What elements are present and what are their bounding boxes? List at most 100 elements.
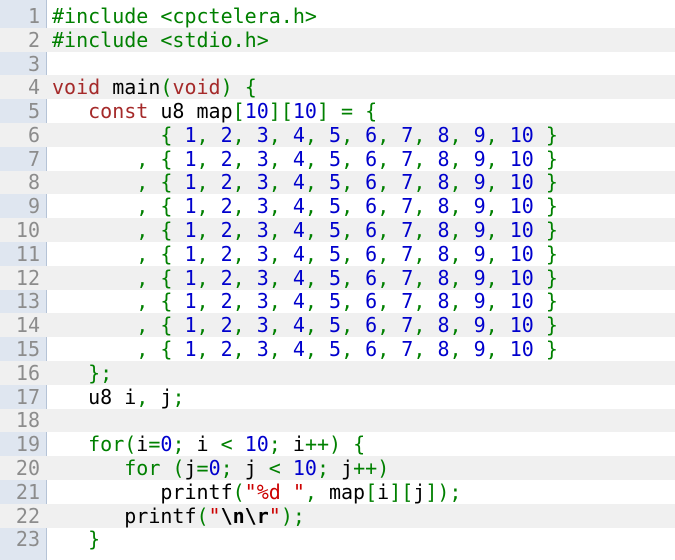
line-number: 22: [15, 503, 40, 528]
code-token: (: [160, 456, 185, 481]
line-number: 1: [27, 3, 40, 28]
code-line[interactable]: 18: [0, 408, 675, 432]
code-token: 10: [509, 313, 534, 338]
code-token: ,: [304, 146, 330, 171]
code-token: i: [184, 432, 221, 457]
code-token: 6: [365, 337, 378, 362]
code-token: 3: [256, 146, 269, 171]
code-token: 9: [473, 170, 486, 195]
code-token: ,: [232, 337, 257, 362]
code-token: 8: [437, 146, 450, 171]
code-token: {: [52, 122, 185, 147]
code-line[interactable]: 9 , { 1, 2, 3, 4, 5, 6, 7, 8, 9, 10 }: [0, 194, 675, 218]
code-token: 9: [473, 313, 486, 338]
line-number: 11: [15, 241, 40, 266]
code-token: }: [533, 337, 558, 362]
code-token: i: [136, 432, 149, 457]
code-token: 2: [220, 337, 233, 362]
code-token: "%d ": [244, 479, 305, 504]
code-token: 4: [292, 170, 305, 195]
line-number: 21: [15, 479, 40, 504]
code-token: , {: [52, 194, 185, 219]
code-token: ,: [341, 122, 366, 147]
code-token: ,: [268, 337, 293, 362]
code-line[interactable]: 7 , { 1, 2, 3, 4, 5, 6, 7, 8, 9, 10 }: [0, 147, 675, 171]
line-number: 16: [15, 360, 40, 385]
code-token: =: [196, 456, 209, 481]
code-token: 4: [292, 289, 305, 314]
code-line[interactable]: 23 }: [0, 527, 675, 551]
code-line[interactable]: 8 , { 1, 2, 3, 4, 5, 6, 7, 8, 9, 10 }: [0, 170, 675, 195]
code-token: ,: [449, 289, 474, 314]
code-token: 9: [473, 122, 486, 147]
code-line[interactable]: 12 , { 1, 2, 3, 4, 5, 6, 7, 8, 9, 10 }: [0, 266, 675, 290]
code-line[interactable]: 2 #include <stdio.h>: [0, 28, 675, 52]
code-token: ,: [449, 241, 474, 266]
line-number: 4: [27, 75, 40, 100]
code-line[interactable]: 16 };: [0, 361, 675, 385]
code-line[interactable]: 11 , { 1, 2, 3, 4, 5, 6, 7, 8, 9, 10 }: [0, 242, 675, 266]
code-token: 7: [401, 265, 414, 290]
code-token: 4: [292, 146, 305, 171]
code-token: 5: [329, 218, 342, 243]
code-line[interactable]: 10 , { 1, 2, 3, 4, 5, 6, 7, 8, 9, 10 }: [0, 218, 675, 242]
code-line[interactable]: 6 { 1, 2, 3, 4, 5, 6, 7, 8, 9, 10 }: [0, 123, 675, 147]
line-text: , { 1, 2, 3, 4, 5, 6, 7, 8, 9, 10 }: [45, 289, 558, 313]
code-token: const: [88, 99, 149, 124]
code-line[interactable]: 1 #include <cpctelera.h>: [0, 4, 675, 28]
code-token: j: [413, 479, 426, 504]
code-line[interactable]: 22 printf("\n\r");: [0, 504, 675, 528]
code-token: ,: [196, 146, 221, 171]
code-token: ,: [449, 218, 474, 243]
code-token: ]: [316, 99, 330, 124]
code-token: ,: [304, 313, 330, 338]
code-token: ,: [232, 146, 257, 171]
code-token: 1: [184, 337, 197, 362]
code-line[interactable]: 21 printf("%d ", map[i][j]);: [0, 480, 675, 504]
code-line[interactable]: 3: [0, 52, 675, 76]
code-token: [: [365, 479, 378, 504]
code-token: ,: [449, 146, 474, 171]
code-token: printf: [52, 503, 197, 528]
code-token: 8: [437, 289, 450, 314]
line-number: 12: [15, 265, 40, 290]
code-token: 6: [365, 218, 378, 243]
code-token: map: [316, 479, 366, 504]
line-number: 8: [27, 170, 40, 195]
code-token: j: [329, 456, 354, 481]
code-line[interactable]: 13 , { 1, 2, 3, 4, 5, 6, 7, 8, 9, 10 }: [0, 289, 675, 313]
code-token: }: [533, 289, 558, 314]
code-line[interactable]: 15 , { 1, 2, 3, 4, 5, 6, 7, 8, 9, 10 }: [0, 337, 675, 361]
code-token: 4: [292, 241, 305, 266]
code-token: j: [148, 384, 173, 409]
code-token: ,: [413, 122, 438, 147]
code-token: 9: [473, 337, 486, 362]
code-token: ,: [341, 313, 366, 338]
code-token: }: [533, 170, 558, 195]
code-token: ,: [268, 170, 293, 195]
code-line[interactable]: 14 , { 1, 2, 3, 4, 5, 6, 7, 8, 9, 10 }: [0, 313, 675, 337]
line-text: , { 1, 2, 3, 4, 5, 6, 7, 8, 9, 10 }: [45, 194, 558, 218]
code-token: ,: [196, 194, 221, 219]
code-area[interactable]: 1 #include <cpctelera.h> 2 #include <stdio.…: [0, 4, 675, 551]
code-line[interactable]: 19 for(i=0; i < 10; i++) {: [0, 432, 675, 456]
code-token: 5: [329, 313, 342, 338]
code-token: =: [148, 432, 161, 457]
code-token: ,: [232, 241, 257, 266]
code-line[interactable]: 5 const u8 map[10][10] = {: [0, 99, 675, 123]
code-editor[interactable]: 1 #include <cpctelera.h> 2 #include <stdio.…: [0, 0, 675, 560]
code-line[interactable]: 17 u8 i, j;: [0, 385, 675, 409]
code-line[interactable]: 4 void main(void) {: [0, 75, 675, 99]
code-token: ,: [268, 146, 293, 171]
code-token: 10: [509, 265, 534, 290]
line-number: 10: [15, 218, 40, 243]
code-line[interactable]: 20 for (j=0; j < 10; j++): [0, 456, 675, 480]
code-token: 1: [184, 170, 197, 195]
line-number: 5: [27, 99, 40, 124]
code-token: 7: [401, 194, 414, 219]
code-token: };: [52, 360, 113, 385]
code-token: }: [533, 313, 558, 338]
code-token: 5: [329, 265, 342, 290]
code-token: ,: [449, 265, 474, 290]
